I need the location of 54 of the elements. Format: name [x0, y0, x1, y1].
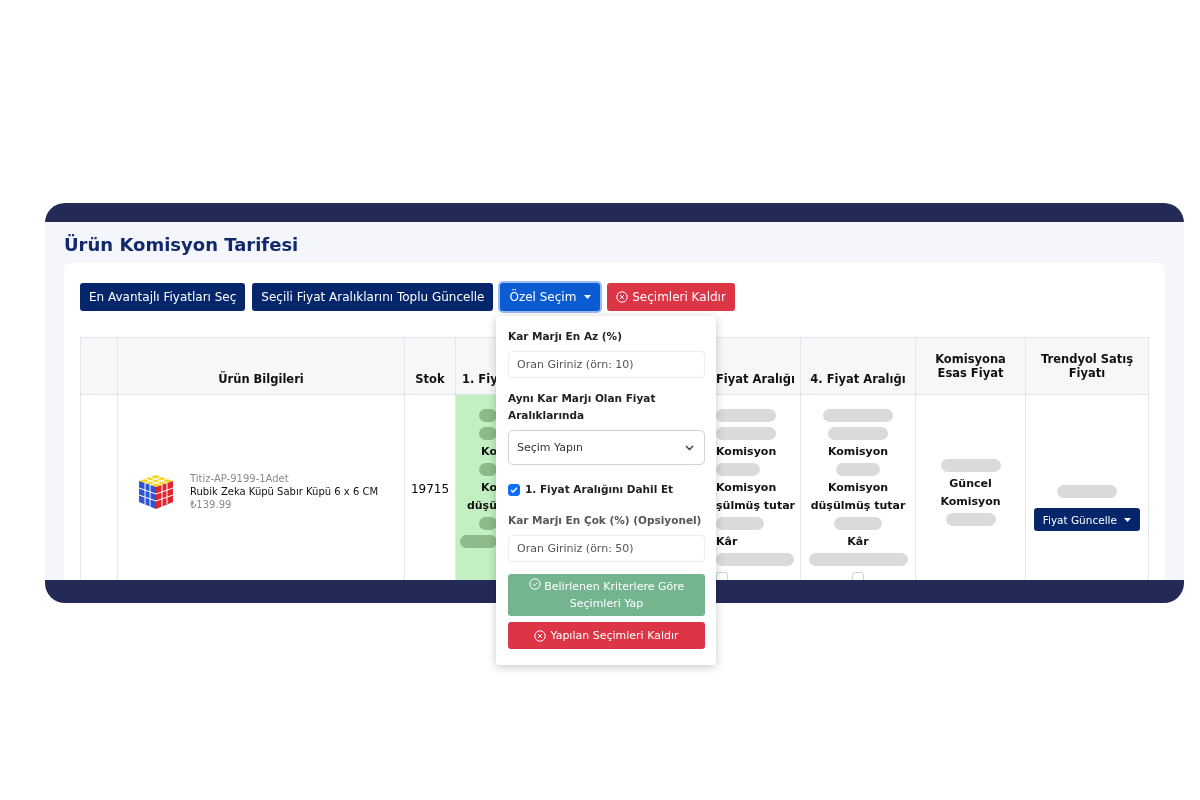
column-header: Komisyona Esas Fiyat	[915, 337, 1026, 395]
input-field[interactable]: Oran Giriniz (örn: 50)	[508, 535, 705, 562]
close-circle-icon	[534, 629, 547, 642]
net-amount-label: Ko	[481, 480, 497, 496]
profit-label: Kâr	[716, 534, 738, 550]
product-name: Rubik Zeka Küpü Sabır Küpü 6 x 6 CM	[190, 485, 379, 497]
profit-label: Kâr	[847, 534, 869, 550]
placeholder-bar	[479, 463, 497, 476]
placeholder-bar	[828, 427, 888, 440]
column-header: Trendyol Satış Fiyatı	[1025, 337, 1149, 395]
placeholder-bar	[716, 517, 764, 530]
field-label: Kar Marjı En Çok (%) (Opsiyonel)	[508, 513, 703, 528]
check-circle-icon	[528, 578, 541, 590]
column-header: 4. Fiyat Aralığı	[800, 337, 916, 395]
clear-button[interactable]: Yapılan Seçimleri Kaldır	[508, 622, 705, 649]
placeholder-bar	[836, 463, 880, 476]
placeholder-bar	[823, 409, 893, 422]
placeholder-bar	[945, 513, 996, 526]
clear-selections-button[interactable]: Seçimleri Kaldır	[607, 283, 735, 311]
placeholder-bar	[1057, 485, 1117, 498]
net-amount-label: düşü	[466, 498, 497, 514]
placeholder-bar	[940, 459, 1001, 472]
net-amount-label: Komisyon düşülmüş tutar	[809, 480, 907, 514]
action-button[interactable]: Seçili Fiyat Aralıklarını Toplu Güncelle	[252, 283, 494, 311]
net-amount-label: şülmüş tutar	[716, 498, 795, 514]
column-header: Stok	[404, 337, 456, 395]
placeholder-bar	[716, 463, 760, 476]
input-field[interactable]: Oran Giriniz (örn: 10)	[508, 351, 705, 378]
commission-label: Ko	[481, 444, 497, 460]
placeholder-bar	[479, 427, 497, 440]
net-amount-label: Komisyon	[716, 480, 777, 496]
select-field[interactable]: Seçim Yapın	[508, 430, 705, 465]
commission-label: Komisyon	[827, 444, 889, 460]
product-price: ₺139.99	[190, 498, 233, 510]
placeholder-bar	[834, 517, 882, 530]
close-circle-icon	[616, 291, 629, 303]
placeholder-bar	[716, 409, 776, 422]
column-header: Ürün Bilgileri	[117, 337, 405, 395]
page-title: Ürün Komisyon Tarifesi	[64, 233, 300, 257]
commission-label: Güncel Komisyon	[939, 476, 1002, 510]
caret-icon	[584, 295, 592, 299]
product-sku: Titiz-AP-9199-1Adet	[190, 472, 290, 484]
caret-icon	[1124, 517, 1132, 522]
dropdown-button[interactable]: Özel Seçim	[500, 283, 601, 311]
price-update-button[interactable]: Fiyat Güncelle	[1033, 508, 1141, 531]
placeholder-bar	[479, 517, 497, 530]
placeholder-bar	[479, 409, 497, 422]
checkbox-label: 1. Fiyat Aralığını Dahil Et	[525, 482, 674, 495]
checkbox[interactable]	[508, 484, 520, 496]
action-button[interactable]: En Avantajlı Fiyatları Seç	[80, 283, 246, 311]
chevron-down-icon	[685, 444, 694, 451]
commission-label: Komisyon	[716, 444, 777, 460]
placeholder-bar	[716, 427, 776, 440]
placeholder-bar	[460, 535, 497, 548]
